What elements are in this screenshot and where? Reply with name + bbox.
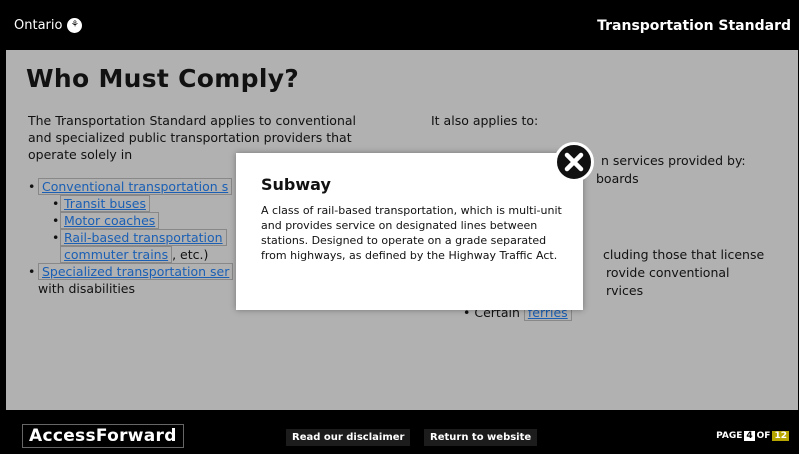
current-page-number: 4 [744,431,755,441]
close-icon [564,152,584,172]
rail-based-transportation-link[interactable]: Rail-based transportation [60,229,227,246]
trillium-logo-icon: ⚘ [67,18,83,33]
of-label: OF [756,431,771,441]
transit-buses-link[interactable]: Transit buses [60,195,150,212]
conventional-transportation-link[interactable]: Conventional transportation s [38,178,233,195]
page-indicator: PAGE 4 OF 12 [716,431,789,441]
page-title: Who Must Comply? [26,64,300,93]
close-popup-button[interactable] [554,142,594,182]
return-to-website-button[interactable]: Return to website [424,429,538,446]
page-label: PAGE [716,431,743,441]
motor-coaches-link[interactable]: Motor coaches [60,212,160,229]
accessforward-brand[interactable]: AccessForward [22,424,184,448]
specialized-transportation-link[interactable]: Specialized transportation ser [38,263,234,280]
commuter-trains-rest: , etc.) [172,247,209,262]
popup-body: A class of rail-based transportation, wh… [261,204,562,262]
commuter-trains-link[interactable]: commuter trains [60,246,173,263]
total-pages-number: 12 [772,431,789,441]
module-title: Transportation Standard [597,18,791,34]
ontario-label: Ontario [14,18,63,33]
right-fragment: n services provided by: [601,153,746,168]
popup-title: Subway [261,175,331,194]
disclaimer-button[interactable]: Read our disclaimer [286,429,411,446]
ontario-brand[interactable]: Ontario ⚘ [14,18,83,33]
definition-popup: Subway A class of rail-based transportat… [236,153,583,310]
specialized-transportation-rest: with disabilities [38,281,136,296]
bottom-bar: AccessForward Read our disclaimer Return… [0,410,799,454]
right-fragment: cluding those that license [603,247,765,262]
right-fragment: rvices [606,283,644,298]
right-intro: It also applies to: [431,113,539,128]
top-bar: Ontario ⚘ Transportation Standard [0,0,799,50]
right-fragment: boards [596,171,639,186]
right-fragment: rovide conventional [606,265,730,280]
